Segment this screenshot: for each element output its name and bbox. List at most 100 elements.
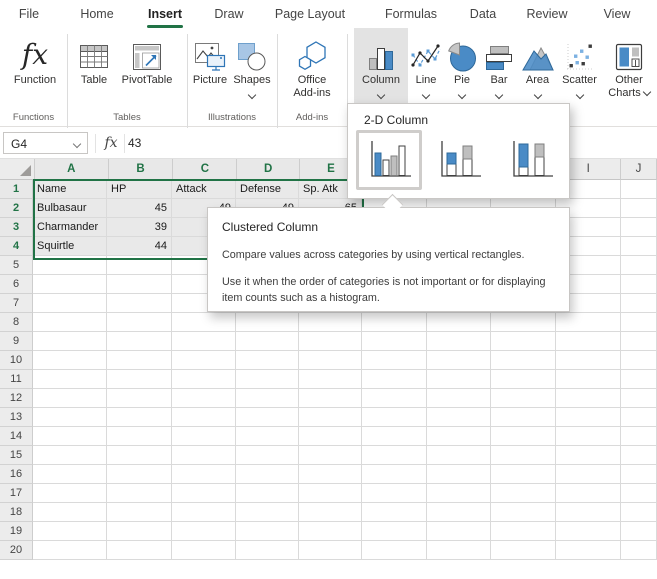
row-header-11[interactable]: 11	[0, 370, 33, 389]
cell-B4[interactable]: 44	[107, 237, 172, 256]
cell-B2[interactable]: 45	[107, 199, 172, 218]
cell-J15[interactable]	[621, 446, 657, 465]
cell-A10[interactable]	[33, 351, 107, 370]
cell-D18[interactable]	[236, 503, 299, 522]
column-header-D[interactable]: D	[237, 159, 301, 180]
cell-A12[interactable]	[33, 389, 107, 408]
cell-J8[interactable]	[621, 313, 657, 332]
cell-J6[interactable]	[621, 275, 657, 294]
cell-A4[interactable]: Squirtle	[33, 237, 107, 256]
cell-I15[interactable]	[556, 446, 621, 465]
bar-chart-button[interactable]: Bar	[480, 32, 518, 100]
cell-I17[interactable]	[556, 484, 621, 503]
cell-G17[interactable]	[427, 484, 491, 503]
cell-H10[interactable]	[491, 351, 556, 370]
cell-A14[interactable]	[33, 427, 107, 446]
cell-J9[interactable]	[621, 332, 657, 351]
cell-C17[interactable]	[172, 484, 236, 503]
cell-C1[interactable]: Attack	[172, 180, 236, 199]
cell-H16[interactable]	[491, 465, 556, 484]
cell-I20[interactable]	[556, 541, 621, 560]
cell-H9[interactable]	[491, 332, 556, 351]
cell-H12[interactable]	[491, 389, 556, 408]
cell-B16[interactable]	[107, 465, 172, 484]
cell-C18[interactable]	[172, 503, 236, 522]
cell-F10[interactable]	[362, 351, 427, 370]
tab-draw[interactable]: Draw	[210, 6, 248, 24]
cell-D20[interactable]	[236, 541, 299, 560]
row-header-19[interactable]: 19	[0, 522, 33, 541]
cell-E8[interactable]	[299, 313, 362, 332]
cell-A6[interactable]	[33, 275, 107, 294]
cell-A2[interactable]: Bulbasaur	[33, 199, 107, 218]
tab-review[interactable]: Review	[522, 6, 572, 24]
cell-J4[interactable]	[621, 237, 657, 256]
picture-button[interactable]: Picture	[190, 32, 230, 87]
cell-G9[interactable]	[427, 332, 491, 351]
cell-I19[interactable]	[556, 522, 621, 541]
cell-C14[interactable]	[172, 427, 236, 446]
name-box[interactable]: G4	[3, 132, 88, 154]
cell-B14[interactable]	[107, 427, 172, 446]
column-header-J[interactable]: J	[621, 159, 657, 180]
cell-D17[interactable]	[236, 484, 299, 503]
area-chart-button[interactable]: Area	[518, 32, 557, 100]
stacked-column-option[interactable]	[432, 134, 486, 186]
cell-G15[interactable]	[427, 446, 491, 465]
row-header-12[interactable]: 12	[0, 389, 33, 408]
cell-D16[interactable]	[236, 465, 299, 484]
cell-C8[interactable]	[172, 313, 236, 332]
cell-J20[interactable]	[621, 541, 657, 560]
row-header-13[interactable]: 13	[0, 408, 33, 427]
cell-F20[interactable]	[362, 541, 427, 560]
cell-B18[interactable]	[107, 503, 172, 522]
cell-E18[interactable]	[299, 503, 362, 522]
cell-C16[interactable]	[172, 465, 236, 484]
row-header-14[interactable]: 14	[0, 427, 33, 446]
cell-C15[interactable]	[172, 446, 236, 465]
cell-D11[interactable]	[236, 370, 299, 389]
cell-F15[interactable]	[362, 446, 427, 465]
cell-I18[interactable]	[556, 503, 621, 522]
tab-data[interactable]: Data	[466, 6, 500, 24]
cell-A11[interactable]	[33, 370, 107, 389]
cell-F11[interactable]	[362, 370, 427, 389]
cell-F9[interactable]	[362, 332, 427, 351]
cell-B5[interactable]	[107, 256, 172, 275]
cell-I16[interactable]	[556, 465, 621, 484]
row-header-9[interactable]: 9	[0, 332, 33, 351]
chevron-down-icon[interactable]	[72, 139, 82, 149]
scatter-chart-button[interactable]: Scatter	[557, 32, 602, 100]
cell-H8[interactable]	[491, 313, 556, 332]
cell-A9[interactable]	[33, 332, 107, 351]
row-header-4[interactable]: 4	[0, 237, 33, 256]
cell-C19[interactable]	[172, 522, 236, 541]
row-header-15[interactable]: 15	[0, 446, 33, 465]
cell-A3[interactable]: Charmander	[33, 218, 107, 237]
cell-B3[interactable]: 39	[107, 218, 172, 237]
cell-F12[interactable]	[362, 389, 427, 408]
cell-G16[interactable]	[427, 465, 491, 484]
cell-A7[interactable]	[33, 294, 107, 313]
cell-G14[interactable]	[427, 427, 491, 446]
cell-I11[interactable]	[556, 370, 621, 389]
cell-J11[interactable]	[621, 370, 657, 389]
tab-home[interactable]: Home	[76, 6, 118, 24]
cell-E19[interactable]	[299, 522, 362, 541]
cell-D10[interactable]	[236, 351, 299, 370]
cell-A17[interactable]	[33, 484, 107, 503]
cell-C9[interactable]	[172, 332, 236, 351]
cell-J5[interactable]	[621, 256, 657, 275]
row-header-2[interactable]: 2	[0, 199, 33, 218]
tab-page-layout[interactable]: Page Layout	[266, 6, 354, 24]
cell-F14[interactable]	[362, 427, 427, 446]
cell-F13[interactable]	[362, 408, 427, 427]
other-charts-button[interactable]: Other Charts	[602, 32, 656, 100]
cell-E13[interactable]	[299, 408, 362, 427]
cell-F8[interactable]	[362, 313, 427, 332]
cell-D14[interactable]	[236, 427, 299, 446]
cell-C13[interactable]	[172, 408, 236, 427]
cell-I9[interactable]	[556, 332, 621, 351]
cell-J17[interactable]	[621, 484, 657, 503]
column-header-B[interactable]: B	[108, 159, 174, 180]
